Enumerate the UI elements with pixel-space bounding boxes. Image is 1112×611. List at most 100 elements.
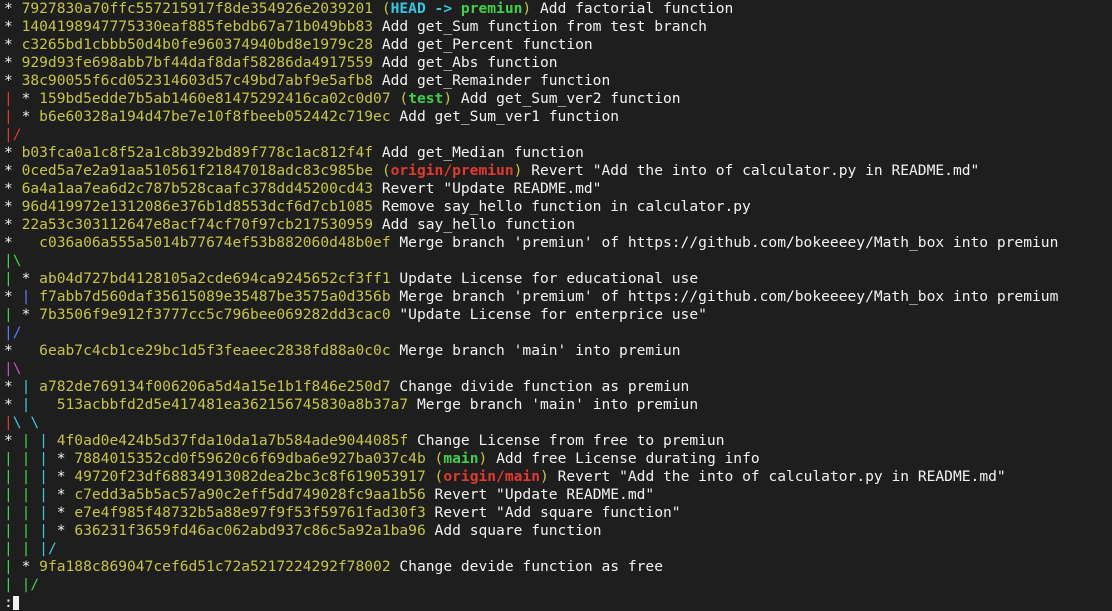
text-segment: * — [21, 108, 40, 125]
graph-edge: | — [4, 576, 22, 593]
commit-hash: ) — [540, 468, 549, 485]
graph-edge: | | — [4, 504, 40, 521]
text-segment: Change devide function as free — [390, 558, 663, 575]
graph-edge: | — [39, 504, 57, 521]
commit-hash: ( — [381, 162, 391, 179]
text-segment: * — [4, 198, 22, 215]
graph-edge: |\ — [4, 252, 22, 269]
text-segment: Merge branch 'main' into premiun — [408, 396, 699, 413]
commit-hash: b6e60328a194d47be7e10f8fbeeb052442c719ec — [39, 108, 391, 125]
git-log-line: * | a782de769134f006206a5d4a15e1b1f846e2… — [4, 378, 1112, 396]
commit-hash: ab04d727bd4128105a2cde694ca9245652cf3ff1 — [39, 270, 391, 287]
graph-edge: |\ — [4, 360, 22, 377]
commit-hash: 929d93fe698abb7bf44daf8daf58286da4917559 — [21, 54, 374, 71]
text-segment: * — [4, 216, 22, 233]
text-segment: Add factorial function — [531, 0, 734, 17]
commit-hash: 7884015352cd0f59620c6f69dba6e927ba037c4b — [74, 450, 435, 467]
text-segment: * — [4, 432, 22, 449]
commit-hash: ) — [478, 450, 488, 467]
git-log-line: * 38c90055f6cd052314603d57c49bd7abf9e5af… — [4, 72, 1112, 90]
text-segment: : — [4, 594, 13, 611]
graph-edge: | — [39, 432, 57, 449]
git-log-line: | * 159bd5edde7b5ab1460e81475292416ca02c… — [4, 90, 1112, 108]
commit-hash: 0ced5a7e2a91aa510561f21847018adc83c985be — [21, 162, 382, 179]
commit-hash: 636231f3659fd46ac062abd937c86c5a92a1ba96 — [74, 522, 426, 539]
git-log-line: | * b6e60328a194d47be7e10f8fbeeb052442c7… — [4, 108, 1112, 126]
commit-hash: c7edd3a5b5ac57a90c2eff5dd749028fc9aa1b56 — [74, 486, 426, 503]
graph-edge: |/ — [39, 540, 57, 557]
text-segment: * — [4, 144, 22, 161]
text-segment: Revert "Update README.md" — [373, 180, 602, 197]
commit-hash: ( — [399, 90, 409, 107]
commit-hash: ) — [443, 90, 453, 107]
text-segment: Merge branch 'premiun' of https://github… — [390, 234, 1059, 251]
text-segment: Change License from free to premiun — [408, 432, 725, 449]
graph-edge: | — [4, 90, 22, 107]
text-segment: * — [4, 342, 40, 359]
commit-hash: 96d419972e1312086e376b1d8553dcf6d7cb1085 — [21, 198, 374, 215]
graph-edge: | — [39, 468, 57, 485]
pager-prompt-line: : — [4, 594, 1112, 611]
text-segment: * — [4, 396, 22, 413]
commit-hash: 6a4a1aa7ea6d2c787b528caafc378dd45200cd43 — [21, 180, 374, 197]
graph-edge: |/ — [21, 576, 40, 593]
graph-edge: | — [4, 108, 22, 125]
terminal-window[interactable]: * 7927830a70ffc557215917f8de354926e20392… — [0, 0, 1112, 611]
remote-ref-label: origin/main — [443, 468, 540, 485]
graph-edge: | | — [4, 522, 40, 539]
text-segment: * — [4, 234, 40, 251]
branch-ref-label: main — [443, 450, 479, 467]
git-log-line: |\ — [4, 252, 1112, 270]
text-segment: Add say_hello function — [373, 216, 576, 233]
text-segment: Merge branch 'premium' of https://github… — [390, 288, 1059, 305]
text-segment: * — [56, 522, 75, 539]
text-segment: Add get_Percent function — [373, 36, 593, 53]
commit-hash: 513acbbfd2d5e417481ea362156745830a8b37a7 — [56, 396, 409, 413]
graph-edge: | | — [4, 486, 40, 503]
graph-edge: |/ — [4, 324, 22, 341]
graph-edge: | — [39, 486, 57, 503]
commit-hash: 4f0ad0e424b5d37fda10da1a7b584ade9044085f — [56, 432, 409, 449]
cursor — [12, 596, 19, 610]
git-log-line: * 7927830a70ffc557215917f8de354926e20392… — [4, 0, 1112, 18]
text-segment: * — [4, 54, 22, 71]
graph-edge: \ \ — [12, 414, 40, 431]
git-log-line: * | f7abb7d560daf35615089e35487be3575a0d… — [4, 288, 1112, 306]
graph-edge: | — [39, 522, 57, 539]
text-segment: "Update License for enterprice use" — [390, 306, 707, 323]
commit-hash: e7e4f985f48732b5a88e97f9f53f59761fad30f3 — [74, 504, 426, 521]
text-segment: * — [4, 180, 22, 197]
text-segment: Add get_Abs function — [373, 54, 558, 71]
git-log-line: |\ — [4, 360, 1112, 378]
git-log-line: * 6eab7c4cb1ce29bc1d5f3feaeec2838fd88a0c… — [4, 342, 1112, 360]
text-segment: Merge branch 'main' into premiun — [390, 342, 681, 359]
git-log-line: * 929d93fe698abb7bf44daf8daf58286da49175… — [4, 54, 1112, 72]
git-log-line: | * 9fa188c869047cef6d51c72a5217224292f7… — [4, 558, 1112, 576]
commit-hash: 38c90055f6cd052314603d57c49bd7abf9e5afb8 — [21, 72, 374, 89]
git-log-line: | | | * c7edd3a5b5ac57a90c2eff5dd749028f… — [4, 486, 1112, 504]
graph-edge: | — [21, 378, 40, 395]
commit-hash: 49720f23df68834913082dea2bc3c8f619053917 — [74, 468, 435, 485]
text-segment: Add get_Sum_ver1 function — [390, 108, 620, 125]
text-segment: Revert "Add the into of calculator.py in… — [548, 468, 1006, 485]
git-log-line: * 96d419972e1312086e376b1d8553dcf6d7cb10… — [4, 198, 1112, 216]
git-log-line: * c036a06a555a5014b77674ef53b882060d48b0… — [4, 234, 1112, 252]
commit-hash: c036a06a555a5014b77674ef53b882060d48b0ef — [39, 234, 391, 251]
remote-ref-label: origin/premiun — [390, 162, 514, 179]
git-log-line: | | | * e7e4f985f48732b5a88e97f9f53f5976… — [4, 504, 1112, 522]
text-segment: * — [56, 504, 75, 521]
text-segment: Revert "Add square function" — [425, 504, 681, 521]
git-log-line: * 6a4a1aa7ea6d2c787b528caafc378dd45200cd… — [4, 180, 1112, 198]
text-segment: Add square function — [425, 522, 602, 539]
graph-edge: | — [4, 270, 22, 287]
graph-edge: | — [21, 432, 40, 449]
text-segment: Revert "Update README.md" — [425, 486, 655, 503]
graph-edge: | | — [4, 468, 40, 485]
graph-edge: | — [4, 414, 13, 431]
text-segment: * — [4, 18, 22, 35]
head-ref-label: HEAD -> — [390, 0, 461, 17]
git-log-line: | | |/ — [4, 540, 1112, 558]
git-log-line: |/ — [4, 126, 1112, 144]
text-segment: * — [56, 486, 75, 503]
git-log-line: | | | * 49720f23df68834913082dea2bc3c8f6… — [4, 468, 1112, 486]
